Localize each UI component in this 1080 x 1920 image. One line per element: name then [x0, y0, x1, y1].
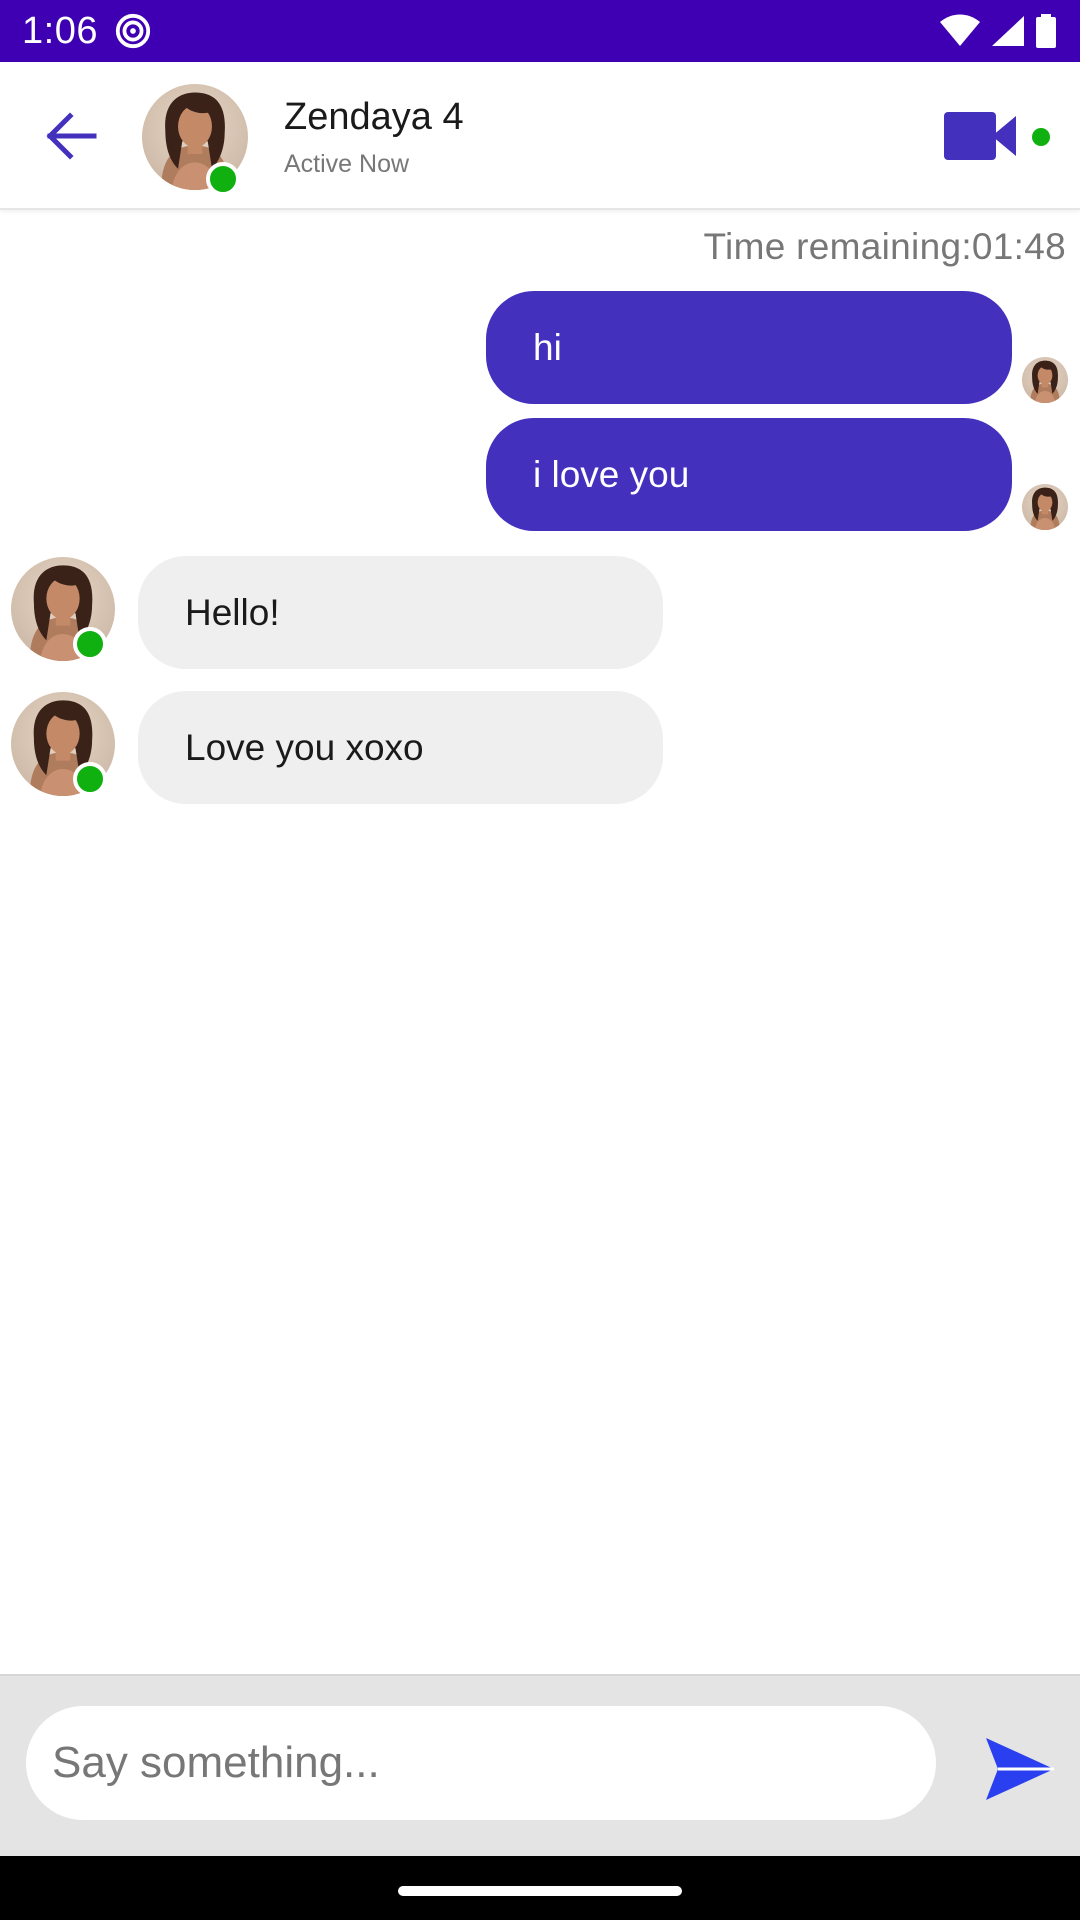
time-remaining: Time remaining:01:48 [703, 226, 1066, 267]
contact-message-avatar[interactable] [11, 557, 115, 661]
message-bubble-incoming[interactable]: Hello! [138, 556, 663, 669]
hotspot-icon [115, 13, 151, 49]
contact-name[interactable]: Zendaya 4 [284, 96, 464, 139]
message-text: i love you [533, 453, 690, 495]
message-text: Hello! [185, 591, 280, 633]
sender-avatar [1022, 357, 1068, 403]
contact-avatar[interactable] [142, 84, 248, 196]
video-available-dot [1032, 128, 1050, 146]
message-bubble-outgoing[interactable]: hi [486, 291, 1012, 404]
online-indicator [206, 162, 240, 196]
sender-avatar [1022, 484, 1068, 530]
status-bar: 1:06 [0, 0, 1080, 62]
message-text: hi [533, 326, 562, 368]
battery-icon [1036, 14, 1056, 48]
video-call-icon[interactable] [944, 110, 1018, 162]
status-time: 1:06 [22, 9, 98, 52]
wifi-icon [940, 14, 980, 46]
back-arrow-icon[interactable] [44, 112, 100, 160]
message-bubble-outgoing[interactable]: i love you [486, 418, 1012, 531]
system-navigation-bar [0, 1856, 1080, 1920]
home-gesture-handle[interactable] [398, 1886, 682, 1896]
contact-message-avatar[interactable] [11, 692, 115, 796]
online-indicator [73, 627, 107, 661]
status-icons [938, 14, 1058, 48]
message-bubble-incoming[interactable]: Love you xoxo [138, 691, 663, 804]
message-text: Love you xoxo [185, 726, 424, 768]
chat-screen: 1:06 Zendaya 4 Active Now Time remaining… [0, 0, 1080, 1920]
contact-status: Active Now [284, 150, 410, 178]
cellular-signal-icon [992, 16, 1024, 46]
send-icon[interactable] [984, 1736, 1056, 1802]
online-indicator [73, 762, 107, 796]
chat-header: Zendaya 4 Active Now [0, 62, 1080, 210]
message-input[interactable] [26, 1706, 936, 1820]
message-composer [0, 1674, 1080, 1856]
